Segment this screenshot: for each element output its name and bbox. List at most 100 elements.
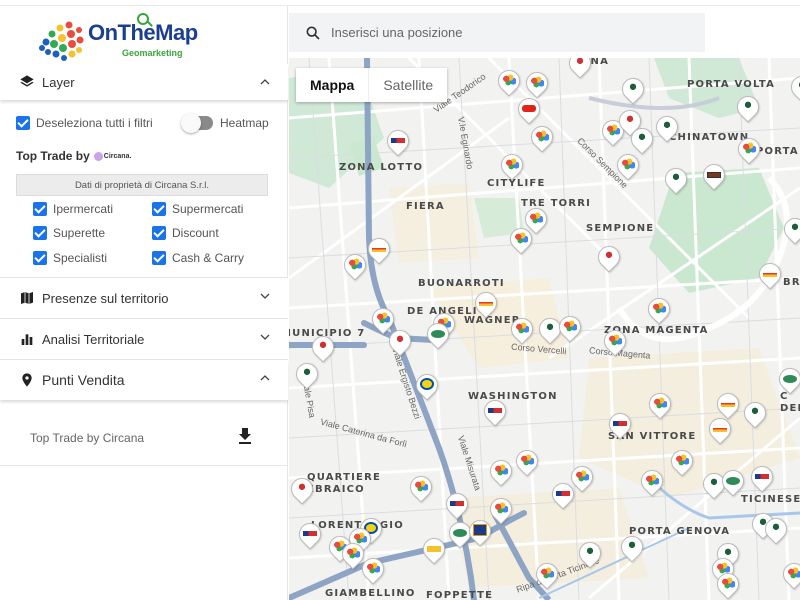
heatmap-toggle-row[interactable]: Heatmap <box>181 113 269 133</box>
deselect-all-filters[interactable]: Deseleziona tutti i filtri <box>16 116 153 130</box>
punti-vendita-item[interactable]: Top Trade by Circana <box>0 410 288 466</box>
store-pin[interactable] <box>746 461 778 494</box>
store-pin[interactable] <box>712 568 744 600</box>
store-pin[interactable] <box>441 488 473 521</box>
chevron-up-icon[interactable] <box>260 77 270 87</box>
store-pin[interactable] <box>339 249 371 282</box>
store-pin[interactable] <box>554 311 586 344</box>
store-pin[interactable] <box>496 149 528 182</box>
filter-checkbox[interactable] <box>33 226 47 240</box>
store-pin[interactable] <box>505 223 537 256</box>
store-pin[interactable] <box>470 287 502 320</box>
presenze-section-header[interactable]: Presenze sul territorio <box>0 278 288 318</box>
store-pin[interactable] <box>294 518 326 551</box>
punti-vendita-section-header[interactable]: Punti Vendita <box>0 360 288 400</box>
store-pin[interactable] <box>651 111 683 144</box>
store-pin[interactable] <box>574 537 606 570</box>
location-search-bar[interactable] <box>289 13 705 52</box>
store-pin[interactable] <box>291 358 323 391</box>
store-pin[interactable] <box>289 473 318 506</box>
map-type-satellite[interactable]: Satellite <box>368 68 447 102</box>
store-pin[interactable] <box>566 461 598 494</box>
store-pin[interactable] <box>612 149 644 182</box>
store-pin[interactable] <box>779 213 800 246</box>
store-pin[interactable] <box>547 478 579 511</box>
store-pin[interactable] <box>511 445 543 478</box>
map-type-control: Mappa Satellite <box>296 68 448 102</box>
store-pin[interactable] <box>513 93 545 126</box>
heatmap-toggle[interactable] <box>181 113 213 133</box>
store-pin[interactable] <box>660 163 692 196</box>
store-pin[interactable] <box>485 455 517 488</box>
store-pin[interactable] <box>698 159 730 192</box>
store-pin[interactable] <box>644 388 676 421</box>
store-pin[interactable] <box>704 413 736 446</box>
store-pin[interactable] <box>493 65 525 98</box>
store-pin[interactable] <box>778 558 800 591</box>
layer-section-header[interactable]: Layer <box>0 64 288 100</box>
store-pin[interactable] <box>760 513 792 546</box>
store-pin[interactable] <box>666 445 698 478</box>
store-pin[interactable] <box>307 331 339 364</box>
download-icon[interactable] <box>238 428 252 444</box>
filter-checkbox[interactable] <box>152 226 166 240</box>
store-pin[interactable] <box>485 493 517 526</box>
filter-ipermercati[interactable]: Ipermercati <box>33 202 113 216</box>
filter-checkbox[interactable] <box>152 251 166 265</box>
store-pin[interactable] <box>506 313 538 346</box>
store-pin[interactable] <box>564 58 596 80</box>
filter-supermercati[interactable]: Supermercati <box>152 202 243 216</box>
store-pin[interactable] <box>732 91 764 124</box>
store-pin[interactable] <box>739 397 771 430</box>
search-icon <box>306 26 320 40</box>
map-type-mappa[interactable]: Mappa <box>296 68 368 102</box>
filter-specialisti[interactable]: Specialisti <box>33 251 107 265</box>
chevron-up-icon[interactable] <box>260 373 270 383</box>
app-logo[interactable]: OnTheMap Geomarketing <box>36 13 206 64</box>
store-pin[interactable] <box>604 408 636 441</box>
area-label: WASHINGTON <box>468 391 558 402</box>
store-pin[interactable] <box>411 369 443 402</box>
store-pin[interactable] <box>405 471 437 504</box>
store-pin[interactable] <box>384 325 416 358</box>
store-pin[interactable] <box>617 73 649 106</box>
store-pin[interactable] <box>363 233 395 266</box>
filter-checkbox[interactable] <box>152 202 166 216</box>
store-pin[interactable] <box>531 558 563 591</box>
store-pin[interactable] <box>643 293 675 326</box>
store-pin[interactable] <box>774 363 800 396</box>
filter-superette[interactable]: Superette <box>33 226 105 240</box>
store-pin[interactable] <box>717 465 749 498</box>
chevron-down-icon[interactable] <box>260 332 270 342</box>
store-pin[interactable] <box>616 531 648 564</box>
store-pin[interactable] <box>636 465 668 498</box>
store-pin[interactable] <box>754 258 786 291</box>
store-pin[interactable] <box>526 121 558 154</box>
filter-label: Supermercati <box>172 202 244 216</box>
store-pin[interactable] <box>464 515 496 548</box>
analisi-section-header[interactable]: Analisi Territoriale <box>0 319 288 359</box>
store-pin[interactable] <box>382 125 414 158</box>
store-pin[interactable] <box>418 533 450 566</box>
store-pin[interactable] <box>626 123 658 156</box>
store-pin[interactable] <box>521 67 553 100</box>
map-canvas[interactable]: LUNA PORTA VOLTA CHINATOWN PORTA G ZONA … <box>289 58 800 600</box>
deselect-all-checkbox[interactable] <box>16 116 30 130</box>
store-pin[interactable] <box>534 313 566 346</box>
store-pin[interactable] <box>599 325 631 358</box>
chevron-down-icon[interactable] <box>260 291 270 301</box>
filter-discount[interactable]: Discount <box>152 226 219 240</box>
location-search-input[interactable] <box>331 25 691 40</box>
store-pin[interactable] <box>444 517 476 550</box>
filter-checkbox[interactable] <box>33 202 47 216</box>
filter-checkbox[interactable] <box>33 251 47 265</box>
store-pin[interactable] <box>786 71 800 104</box>
area-label: TICINESE <box>741 494 800 505</box>
store-pin[interactable] <box>593 241 625 274</box>
filter-cash-carry[interactable]: Cash & Carry <box>152 251 244 265</box>
store-pin[interactable] <box>733 133 765 166</box>
store-pin[interactable] <box>479 395 511 428</box>
store-pin[interactable] <box>422 318 454 351</box>
area-label: PORTA VOLTA <box>687 79 776 90</box>
store-pin[interactable] <box>357 553 389 586</box>
